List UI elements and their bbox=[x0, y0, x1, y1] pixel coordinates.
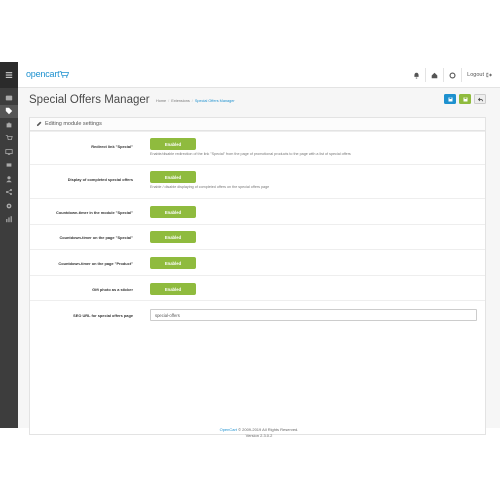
breadcrumb-extensions[interactable]: Extensions bbox=[171, 99, 190, 103]
life-ring-icon bbox=[449, 71, 456, 79]
breadcrumb-current[interactable]: Special Offers Manager bbox=[195, 99, 235, 103]
setting-label: Gift photo as a sticker bbox=[92, 287, 133, 292]
setting-label: Display of completed special offers bbox=[67, 177, 133, 182]
footer-opencart-link[interactable]: OpenCart bbox=[220, 427, 237, 432]
gear-icon bbox=[6, 203, 12, 209]
setting-row-timer-product: Countdown-timer on the page "Product" En… bbox=[30, 249, 485, 275]
top-header: opencart Logout bbox=[18, 62, 500, 88]
setting-help: Enable / disable displaying of completed… bbox=[150, 185, 270, 189]
setting-help: Enable/disable redirection of the link "… bbox=[150, 152, 351, 156]
footer: OpenCart © 2009-2019 All Rights Reserved… bbox=[18, 427, 500, 438]
share-icon bbox=[5, 189, 13, 196]
monitor-icon bbox=[5, 148, 13, 155]
setting-row-timer-special: Countdown-timer on the page "Special" En… bbox=[30, 224, 485, 249]
sidebar-item-sales[interactable] bbox=[0, 132, 18, 146]
save-stay-icon bbox=[463, 97, 467, 101]
panel-heading-text: Editing module settings bbox=[45, 121, 102, 127]
menu-toggle-button[interactable] bbox=[0, 62, 18, 88]
logo-text: opencart bbox=[26, 69, 60, 79]
sidebar-item-customers[interactable] bbox=[0, 172, 18, 186]
sidebar-item-marketing[interactable] bbox=[0, 159, 18, 173]
bell-icon bbox=[414, 72, 419, 79]
save-icon bbox=[448, 97, 452, 101]
dashboard-icon bbox=[5, 95, 13, 101]
user-icon bbox=[6, 175, 12, 182]
tag-icon bbox=[5, 108, 13, 115]
hamburger-icon bbox=[5, 72, 13, 78]
sidebar-item-design[interactable] bbox=[0, 145, 18, 159]
home-icon bbox=[431, 72, 438, 78]
redirect-toggle-button[interactable]: Enabled bbox=[150, 138, 196, 150]
sidebar-item-dashboard[interactable] bbox=[0, 91, 18, 105]
setting-label: Countdown-timer in the module "Special" bbox=[56, 210, 133, 215]
seo-url-input[interactable]: special-offers bbox=[150, 309, 477, 321]
save-stay-button[interactable] bbox=[459, 94, 471, 104]
notifications-button[interactable] bbox=[408, 68, 427, 82]
cart-icon bbox=[5, 135, 13, 141]
breadcrumb: Home / Extensions / Special Offers Manager bbox=[156, 99, 235, 103]
store-front-button[interactable] bbox=[426, 68, 445, 82]
settings-panel: Editing module settings Redirect link "S… bbox=[29, 117, 486, 435]
breadcrumb-home[interactable]: Home bbox=[156, 99, 166, 103]
sidebar-item-catalog[interactable] bbox=[0, 104, 18, 118]
page-title: Special Offers Manager bbox=[29, 94, 150, 106]
main-content: Special Offers Manager Home / Extensions / S… bbox=[18, 88, 500, 438]
setting-row-gift-sticker: Gift photo as a sticker Enabled bbox=[30, 275, 485, 300]
help-button[interactable] bbox=[444, 68, 463, 82]
completed-offers-toggle-button[interactable]: Enabled bbox=[150, 171, 196, 183]
logout-label: Logout bbox=[467, 72, 484, 78]
setting-label: Countdown-timer on the page "Product" bbox=[58, 261, 133, 266]
sidebar-item-reports[interactable] bbox=[0, 213, 18, 227]
logout-link[interactable]: Logout bbox=[462, 72, 492, 78]
puzzle-icon bbox=[6, 122, 12, 128]
setting-label: Redirect link "Special" bbox=[91, 144, 133, 149]
back-button[interactable] bbox=[474, 94, 486, 104]
timer-special-toggle-button[interactable]: Enabled bbox=[150, 231, 196, 243]
panel-heading: Editing module settings bbox=[30, 118, 485, 131]
footer-copyright: © 2009-2019 All Rights Reserved. bbox=[238, 427, 299, 432]
setting-row-seo-url: SEO URL for special offers page special-… bbox=[30, 300, 485, 327]
pencil-icon bbox=[36, 121, 42, 127]
setting-row-completed: Display of completed special offers Enab… bbox=[30, 164, 485, 198]
timer-module-toggle-button[interactable]: Enabled bbox=[150, 206, 196, 218]
cart-logo-icon bbox=[59, 70, 70, 78]
setting-label: SEO URL for special offers page bbox=[73, 313, 133, 318]
sidebar-item-extensions[interactable] bbox=[0, 118, 18, 132]
cart-alt-icon bbox=[6, 163, 12, 167]
bar-chart-icon bbox=[6, 216, 12, 223]
save-button[interactable] bbox=[444, 94, 456, 104]
setting-row-redirect: Redirect link "Special" Enabled Enable/d… bbox=[30, 131, 485, 164]
timer-product-toggle-button[interactable]: Enabled bbox=[150, 257, 196, 269]
sidebar-item-system[interactable] bbox=[0, 199, 18, 213]
reply-icon bbox=[477, 97, 483, 101]
sign-out-icon bbox=[486, 72, 492, 78]
sidebar bbox=[0, 62, 18, 428]
sidebar-item-share[interactable] bbox=[0, 186, 18, 200]
footer-version: Version 2.3.0.2 bbox=[245, 432, 273, 438]
gift-sticker-toggle-button[interactable]: Enabled bbox=[150, 283, 196, 295]
admin-window: opencart Logout Special Offers Manager H… bbox=[0, 62, 500, 438]
opencart-logo[interactable]: opencart bbox=[26, 69, 70, 79]
setting-label: Countdown-timer on the page "Special" bbox=[59, 235, 133, 240]
setting-row-timer-module: Countdown-timer in the module "Special" … bbox=[30, 198, 485, 224]
